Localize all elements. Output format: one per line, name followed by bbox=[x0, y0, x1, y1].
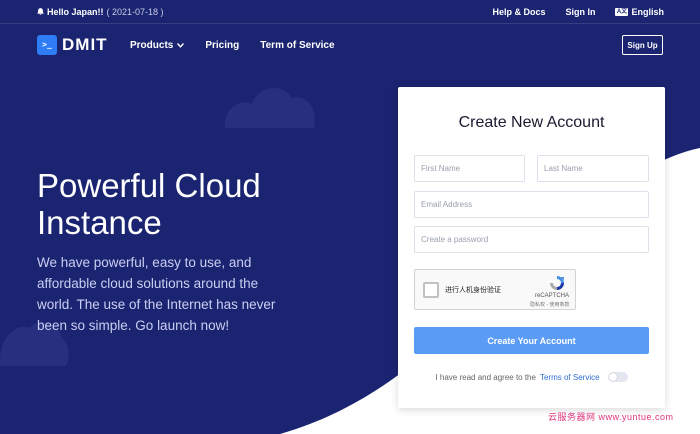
nav-item-products[interactable]: Products bbox=[130, 40, 185, 51]
create-account-button[interactable]: Create Your Account bbox=[414, 327, 649, 354]
main-nav: Products Pricing Term of Service bbox=[130, 40, 335, 51]
chevron-down-icon bbox=[177, 43, 185, 48]
top-links: Help & Docs Sign In A文 English bbox=[492, 7, 664, 17]
recaptcha-brand: reCAPTCHA bbox=[535, 293, 570, 299]
help-docs-link[interactable]: Help & Docs bbox=[492, 7, 545, 17]
email-input[interactable]: Email Address bbox=[414, 191, 649, 218]
terms-link[interactable]: Terms of Service bbox=[540, 373, 600, 382]
terms-agreement: I have read and agree to the Terms of Se… bbox=[398, 372, 665, 382]
watermark: 云服务器网 www.yuntue.com bbox=[548, 412, 674, 422]
recaptcha-terms[interactable]: 隐私权 - 使用条款 bbox=[530, 301, 569, 308]
cloud-decoration bbox=[224, 87, 315, 128]
sign-in-link[interactable]: Sign In bbox=[565, 7, 595, 17]
password-input[interactable]: Create a password bbox=[414, 226, 649, 253]
nav-item-terms[interactable]: Term of Service bbox=[260, 40, 334, 51]
announcement-date: ( 2021-07-18 ) bbox=[106, 7, 164, 17]
nav-item-label: Products bbox=[130, 40, 174, 51]
recaptcha-widget: 进行人机身份验证 reCAPTCHA 隐私权 - 使用条款 bbox=[414, 269, 576, 310]
form-title: Create New Account bbox=[458, 114, 605, 131]
sign-up-button[interactable]: Sign Up bbox=[622, 35, 663, 55]
recaptcha-label: 进行人机身份验证 bbox=[445, 287, 501, 294]
logo[interactable]: >_ DMIT bbox=[37, 35, 108, 55]
language-label: English bbox=[631, 7, 664, 17]
top-bar: Hello Japan!! ( 2021-07-18 ) Help & Docs… bbox=[0, 0, 700, 24]
translate-icon: A文 bbox=[615, 8, 629, 16]
agree-toggle[interactable] bbox=[607, 372, 628, 382]
terminal-icon: >_ bbox=[37, 35, 57, 55]
logo-text: DMIT bbox=[62, 35, 108, 54]
first-name-input[interactable]: First Name bbox=[414, 155, 525, 182]
nav-item-pricing[interactable]: Pricing bbox=[205, 40, 239, 51]
bell-icon bbox=[37, 8, 44, 16]
last-name-input[interactable]: Last Name bbox=[537, 155, 649, 182]
announcement: Hello Japan!! ( 2021-07-18 ) bbox=[37, 7, 164, 17]
recaptcha-logo-icon bbox=[550, 276, 564, 290]
announcement-text[interactable]: Hello Japan!! bbox=[47, 7, 104, 17]
recaptcha-checkbox[interactable] bbox=[423, 282, 439, 298]
signup-form-card: Create New Account First Name Last Name … bbox=[398, 87, 665, 408]
hero-subtext: We have powerful, easy to use, and affor… bbox=[37, 255, 276, 333]
hero-headline: Powerful Cloud Instance bbox=[37, 167, 261, 241]
language-selector[interactable]: A文 English bbox=[615, 7, 664, 17]
agree-text: I have read and agree to the bbox=[435, 372, 536, 382]
